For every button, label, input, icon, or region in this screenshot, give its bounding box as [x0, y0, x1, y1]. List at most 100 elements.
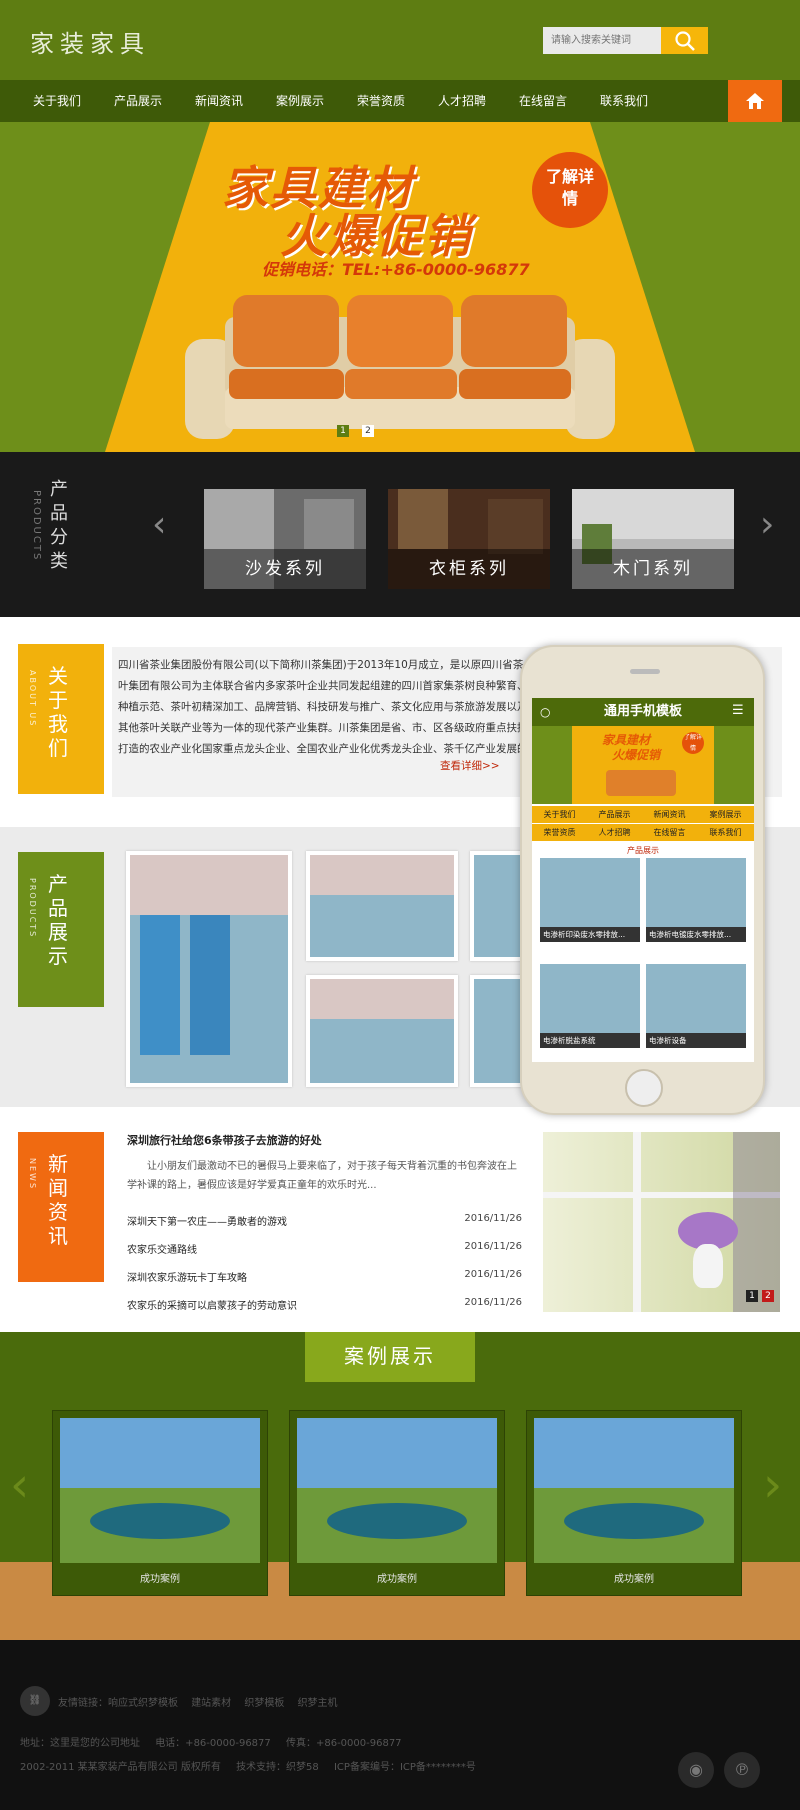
product-image[interactable]	[306, 851, 458, 961]
vase-image	[693, 1244, 723, 1288]
hero-banner[interactable]: 家具建材 火爆促销 促销电话：TEL:+86-0000-96877 了解详情 1…	[0, 122, 800, 452]
banner-dot-2[interactable]: 2	[362, 425, 374, 437]
phone-product: 电渗析脱盐系统	[540, 964, 640, 1048]
friend-link[interactable]: 织梦模板	[244, 1698, 284, 1709]
nav-jobs[interactable]: 人才招聘	[438, 80, 486, 122]
news-item-title: 深圳天下第一农庄——勇敢者的游戏	[127, 1217, 287, 1228]
sofa-image	[185, 295, 615, 439]
banner-right-panel	[590, 122, 800, 452]
cases-prev-arrow[interactable]: ‹	[10, 1457, 29, 1513]
qq-icon[interactable]: ℗	[724, 1752, 760, 1788]
footer-tel: 电话：+86-0000-96877	[155, 1738, 271, 1749]
news-item[interactable]: 深圳天下第一农庄——勇敢者的游戏 2016/11/26	[127, 1213, 522, 1228]
product-image[interactable]	[126, 851, 292, 1087]
phone-banner-text: 火爆促销	[612, 748, 661, 762]
search-icon	[674, 30, 695, 51]
phone-banner: 家具建材 火爆促销 了解详情	[532, 726, 754, 804]
case-caption: 成功案例	[377, 1574, 417, 1585]
cases-title: 案例展示	[305, 1332, 475, 1382]
search-button[interactable]	[661, 27, 708, 54]
news-item-title: 农家乐的采摘可以启蒙孩子的劳动意识	[127, 1301, 297, 1312]
phone-nav-item: 在线留言	[642, 824, 697, 841]
case-image	[297, 1418, 497, 1563]
about-more-link[interactable]: 查看详细>>	[440, 758, 500, 773]
phone-product: 电渗析电镀废水零排放...	[646, 858, 746, 942]
footer-fax: 传真：+86-0000-96877	[285, 1738, 402, 1749]
search-input[interactable]	[543, 27, 661, 54]
nav-products[interactable]: 产品展示	[114, 80, 162, 122]
nav-cases[interactable]: 案例展示	[276, 80, 324, 122]
phone-nav-item: 新闻资讯	[642, 806, 697, 823]
nav-news[interactable]: 新闻资讯	[195, 80, 243, 122]
about-title-en: ABOUT US	[28, 670, 37, 728]
case-card[interactable]: 成功案例	[289, 1410, 505, 1596]
products-tag: PRODUCTS 产品展示	[18, 852, 104, 1007]
news-item[interactable]: 农家乐交通路线 2016/11/26	[127, 1241, 522, 1256]
case-card[interactable]: 成功案例	[526, 1410, 742, 1596]
learn-more-badge[interactable]: 了解详情	[532, 152, 608, 228]
phone-section-title: 产品展示	[627, 846, 659, 855]
about-tag: ABOUT US 关于我们	[18, 644, 104, 794]
friend-link[interactable]: 响应式织梦模板	[108, 1698, 178, 1709]
phone-badge: 了解详情	[682, 732, 704, 754]
phone-product: 电渗析设备	[646, 964, 746, 1048]
cases-section: 案例展示 ‹ 成功案例 成功案例 成功案例 ›	[0, 1332, 800, 1640]
news-item-date: 2016/11/26	[464, 1213, 522, 1224]
products-title-en: PRODUCTS	[28, 878, 37, 939]
news-item-date: 2016/11/26	[464, 1241, 522, 1252]
cases-next-arrow[interactable]: ›	[763, 1457, 782, 1513]
friend-links-label: 友情链接：	[58, 1698, 108, 1709]
phone-product-caption: 电渗析电镀废水零排放...	[646, 927, 746, 942]
news-slider-dot-2[interactable]: 2	[762, 1290, 774, 1302]
friend-link[interactable]: 建站素材	[191, 1698, 231, 1709]
footer-address: 地址：这里是您的公司地址	[20, 1738, 140, 1749]
main-nav: 关于我们 产品展示 新闻资讯 案例展示 荣誉资质 人才招聘 在线留言 联系我们	[0, 80, 800, 122]
category-card-wardrobe[interactable]: 衣柜系列	[388, 489, 550, 589]
category-title: 产品分类	[50, 479, 68, 572]
phone-search-icon: ○	[540, 705, 551, 719]
category-next-arrow[interactable]: ›	[760, 504, 774, 545]
phone-home-button	[625, 1069, 663, 1107]
footer-legal: 2002-2011 某某家装产品有限公司 版权所有 技术支持：织梦58 ICP备…	[20, 1758, 476, 1773]
friend-links: 友情链接：响应式织梦模板 建站素材 织梦模板 织梦主机	[58, 1694, 338, 1709]
footer-contact: 地址：这里是您的公司地址 电话：+86-0000-96877 传真：+86-00…	[20, 1734, 402, 1749]
phone-nav-item: 产品展示	[587, 806, 642, 823]
footer-icp: ICP备案编号：ICP备********号	[333, 1762, 476, 1773]
news-item[interactable]: 深圳农家乐游玩卡丁车攻略 2016/11/26	[127, 1269, 522, 1284]
nav-about[interactable]: 关于我们	[33, 80, 81, 122]
phone-menu-icon: ☰	[732, 703, 744, 718]
nav-honors[interactable]: 荣誉资质	[357, 80, 405, 122]
case-caption: 成功案例	[614, 1574, 654, 1585]
weibo-icon[interactable]: ◉	[678, 1752, 714, 1788]
category-card-sofa[interactable]: 沙发系列	[204, 489, 366, 589]
news-slider-dot-1[interactable]: 1	[746, 1290, 758, 1302]
case-image	[534, 1418, 734, 1563]
friend-link[interactable]: 织梦主机	[298, 1698, 338, 1709]
news-item-title: 深圳农家乐游玩卡丁车攻略	[127, 1273, 247, 1284]
category-label: 衣柜系列	[388, 549, 550, 589]
banner-dot-1[interactable]: 1	[337, 425, 349, 437]
site-logo[interactable]: 家装家具	[30, 24, 150, 59]
news-featured-title[interactable]: 深圳旅行社给您6条带孩子去旅游的好处	[127, 1132, 322, 1148]
home-button[interactable]	[728, 80, 782, 122]
category-label: 沙发系列	[204, 549, 366, 589]
phone-nav-item: 人才招聘	[587, 824, 642, 841]
case-card[interactable]: 成功案例	[52, 1410, 268, 1596]
category-prev-arrow[interactable]: ‹	[152, 504, 166, 545]
nav-contact[interactable]: 联系我们	[600, 80, 648, 122]
phone-screen: 通用手机模板 ○ ☰ 家具建材 火爆促销 了解详情 关于我们 产品展示 新闻资讯…	[532, 698, 754, 1062]
product-image[interactable]	[306, 975, 458, 1087]
nav-message[interactable]: 在线留言	[519, 80, 567, 122]
news-item[interactable]: 农家乐的采摘可以启蒙孩子的劳动意识 2016/11/26	[127, 1297, 522, 1312]
category-title-en: PRODUCTS	[31, 490, 42, 562]
phone-product-caption: 电渗析印染废水零排放...	[540, 927, 640, 942]
case-caption: 成功案例	[140, 1574, 180, 1585]
phone-nav-item: 关于我们	[532, 806, 587, 823]
category-card-door[interactable]: 木门系列	[572, 489, 734, 589]
news-title-en: NEWS	[28, 1158, 37, 1191]
products-title: 产品展示	[48, 872, 68, 968]
phone-sofa	[606, 770, 676, 796]
news-image-slider[interactable]: 1 2	[543, 1132, 780, 1312]
news-item-date: 2016/11/26	[464, 1269, 522, 1280]
search-bar	[543, 27, 708, 54]
